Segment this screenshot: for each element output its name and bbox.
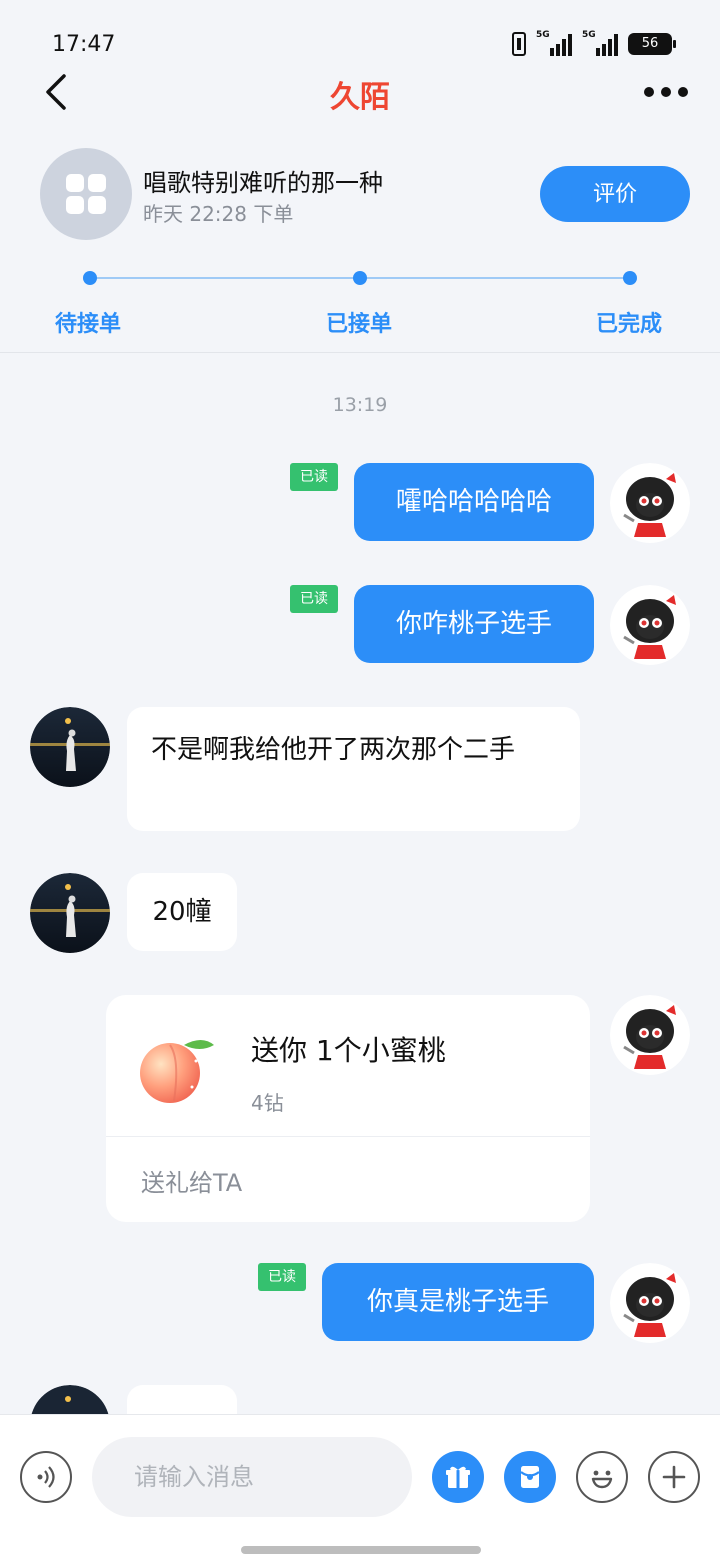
peach-icon xyxy=(140,1040,214,1103)
gift-title: 送你 1个小蜜桃 xyxy=(251,1034,446,1067)
signal-icon: 5G xyxy=(582,30,618,56)
progress-dot-accepted xyxy=(353,271,367,285)
signal-icon: 5G xyxy=(536,30,572,56)
page-title: 久陌 xyxy=(330,80,390,115)
red-packet-icon[interactable] xyxy=(504,1451,556,1503)
message-input[interactable] xyxy=(92,1437,412,1517)
message-bubble-out[interactable]: 你真是桃子选手 xyxy=(322,1263,594,1341)
read-badge: 已读 xyxy=(290,463,338,491)
message-bubble-out[interactable]: 嚯哈哈哈哈哈 xyxy=(354,463,594,541)
my-avatar[interactable] xyxy=(610,585,690,665)
progress-dot-pending xyxy=(83,271,97,285)
voice-icon[interactable] xyxy=(20,1451,72,1503)
header-divider xyxy=(0,352,720,353)
order-avatar[interactable] xyxy=(40,148,132,240)
contact-avatar[interactable] xyxy=(30,707,110,787)
gift-icon[interactable] xyxy=(432,1451,484,1503)
review-button[interactable]: 评价 xyxy=(540,166,690,222)
status-icons: 5G 5G 56 xyxy=(512,30,676,56)
my-avatar[interactable] xyxy=(610,463,690,543)
message-bubble-in[interactable]: 20幢 xyxy=(127,873,237,951)
emoji-icon[interactable] xyxy=(576,1451,628,1503)
my-avatar[interactable] xyxy=(610,1263,690,1343)
more-dots-icon[interactable] xyxy=(644,80,690,104)
message-bubble-out[interactable]: 你咋桃子选手 xyxy=(354,585,594,663)
order-time: 昨天 22:28 下单 xyxy=(143,202,294,226)
gift-footer: 送礼给TA xyxy=(141,1169,243,1197)
vibrate-icon xyxy=(512,32,526,56)
status-time: 17:47 xyxy=(52,32,116,57)
apps-grid-icon xyxy=(66,174,106,214)
chat-timestamp: 13:19 xyxy=(332,394,388,416)
order-title: 唱歌特别难听的那一种 xyxy=(143,169,383,197)
progress-dot-completed xyxy=(623,271,637,285)
read-badge: 已读 xyxy=(258,1263,306,1291)
contact-avatar[interactable] xyxy=(30,873,110,953)
message-bubble-in[interactable]: 不是啊我给他开了两次那个二手 xyxy=(127,707,580,831)
add-icon[interactable] xyxy=(648,1451,700,1503)
progress-label-pending: 待接单 xyxy=(55,312,122,337)
home-indicator[interactable] xyxy=(241,1546,481,1554)
gift-price: 4钻 xyxy=(251,1091,284,1115)
my-avatar[interactable] xyxy=(610,995,690,1075)
progress-label-completed: 已完成 xyxy=(596,312,663,337)
input-bar xyxy=(0,1414,720,1568)
gift-card[interactable]: 送你 1个小蜜桃 4钻 送礼给TA xyxy=(106,995,590,1222)
read-badge: 已读 xyxy=(290,585,338,613)
progress-label-accepted: 已接单 xyxy=(326,312,393,337)
gift-divider xyxy=(106,1136,590,1137)
status-bar: 17:47 5G 5G 56 xyxy=(0,0,720,70)
battery-icon: 56 xyxy=(628,33,676,55)
